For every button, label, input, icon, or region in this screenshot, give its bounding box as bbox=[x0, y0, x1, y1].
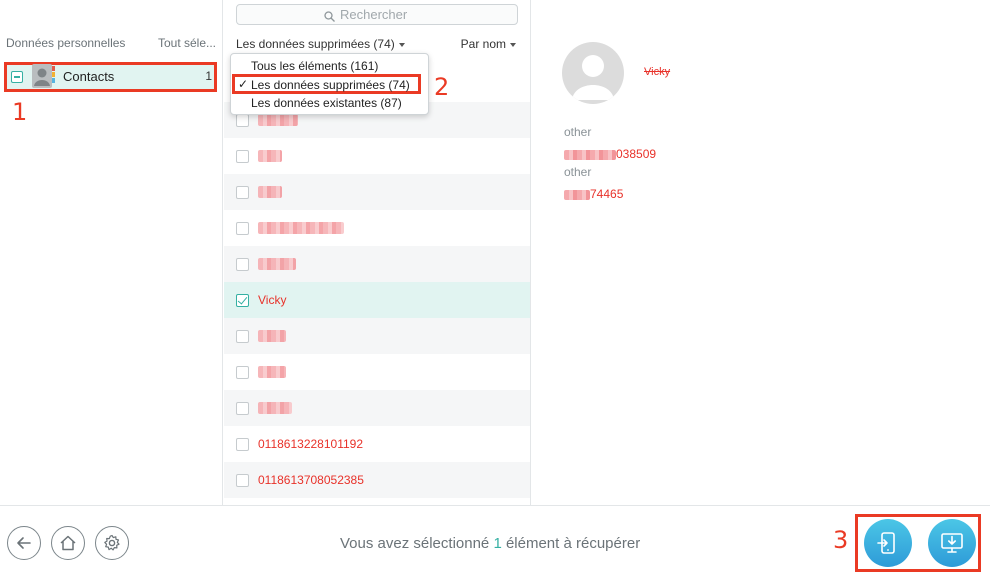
sidebar-item-label: Contacts bbox=[63, 69, 115, 84]
row-checkbox[interactable] bbox=[236, 186, 249, 199]
home-icon bbox=[60, 535, 76, 551]
row-checkbox[interactable] bbox=[236, 114, 249, 127]
list-item[interactable] bbox=[224, 390, 530, 426]
bottom-toolbar: Vous avez sélectionné 1 élément à récupé… bbox=[0, 505, 990, 573]
contact-name: 0118613228101192 bbox=[258, 437, 363, 451]
annotation-1: 1 bbox=[12, 98, 28, 126]
arrow-left-icon bbox=[17, 537, 31, 549]
search-input[interactable]: Rechercher bbox=[236, 4, 518, 25]
status-prefix: Vous avez sélectionné bbox=[340, 535, 494, 552]
back-button[interactable] bbox=[7, 526, 41, 560]
redacted-name bbox=[258, 114, 298, 126]
sidebar-title: Données personnelles bbox=[6, 36, 126, 50]
sidebar-header: Données personnelles Tout séle... bbox=[6, 36, 216, 52]
settings-button[interactable] bbox=[95, 526, 129, 560]
list-item[interactable] bbox=[224, 246, 530, 282]
list-item[interactable] bbox=[224, 210, 530, 246]
phone-value[interactable]: 038509 bbox=[564, 147, 656, 161]
annotation-3: 3 bbox=[833, 526, 849, 554]
phone-value-suffix: 038509 bbox=[616, 147, 657, 161]
recover-to-computer-button[interactable] bbox=[928, 519, 976, 567]
row-checkbox[interactable] bbox=[236, 438, 249, 451]
filter-label: Les données supprimées (74) bbox=[236, 37, 395, 51]
filter-menu: Tous les éléments (161) ✓ Les données su… bbox=[230, 53, 429, 115]
redacted-name bbox=[258, 186, 282, 198]
select-all-link[interactable]: Tout séle... bbox=[158, 36, 216, 50]
redacted-name bbox=[258, 150, 282, 162]
contact-detail-name: Vicky bbox=[644, 66, 671, 78]
contact-detail-panel: Vicky other 038509 other 74465 bbox=[532, 0, 990, 505]
contacts-icon bbox=[30, 63, 56, 89]
status-count: 1 bbox=[493, 535, 502, 552]
row-checkbox[interactable] bbox=[236, 294, 249, 307]
list-item[interactable]: 0118613708052385 bbox=[224, 462, 530, 498]
row-checkbox[interactable] bbox=[236, 366, 249, 379]
selection-status: Vous avez sélectionné 1 élément à récupé… bbox=[340, 535, 640, 552]
chevron-down-icon bbox=[510, 42, 516, 47]
category-sidebar: Données personnelles Tout séle... Contac… bbox=[0, 0, 223, 505]
list-item[interactable] bbox=[224, 174, 530, 210]
contact-name: Vicky bbox=[258, 293, 287, 307]
row-checkbox[interactable] bbox=[236, 258, 249, 271]
list-item[interactable] bbox=[224, 354, 530, 390]
sort-dropdown[interactable]: Par nom bbox=[461, 37, 516, 51]
home-button[interactable] bbox=[51, 526, 85, 560]
contacts-checkbox[interactable] bbox=[11, 71, 23, 83]
redacted-name bbox=[258, 402, 292, 414]
chevron-down-icon bbox=[398, 42, 405, 47]
checkmark-icon: ✓ bbox=[238, 77, 249, 91]
contact-name: 0118613708052385 bbox=[258, 473, 364, 487]
row-checkbox[interactable] bbox=[236, 150, 249, 163]
row-checkbox[interactable] bbox=[236, 402, 249, 415]
menu-item-all[interactable]: Tous les éléments (161) bbox=[251, 59, 378, 73]
redacted-name bbox=[258, 366, 286, 378]
gear-icon bbox=[104, 534, 120, 551]
contact-list: Vicky 0118613228101192 0118613708052385 bbox=[224, 66, 530, 498]
redacted-digits bbox=[564, 189, 590, 200]
row-checkbox[interactable] bbox=[236, 474, 249, 487]
recover-to-device-icon bbox=[877, 532, 895, 554]
list-item[interactable] bbox=[224, 318, 530, 354]
avatar bbox=[562, 42, 624, 104]
search-icon bbox=[324, 9, 335, 22]
redacted-digits bbox=[564, 149, 616, 160]
list-item[interactable]: 0118613228101192 bbox=[224, 426, 530, 462]
redacted-name bbox=[258, 258, 296, 270]
list-item[interactable] bbox=[224, 138, 530, 174]
annotation-2: 2 bbox=[434, 73, 450, 101]
phone-value[interactable]: 74465 bbox=[564, 187, 623, 201]
recover-to-computer-icon bbox=[941, 533, 963, 553]
sidebar-item-contacts[interactable]: Contacts 1 bbox=[4, 62, 217, 92]
status-suffix: élément à récupérer bbox=[501, 535, 641, 552]
row-checkbox[interactable] bbox=[236, 330, 249, 343]
phone-label: other bbox=[564, 165, 592, 179]
row-checkbox[interactable] bbox=[236, 222, 249, 235]
filter-dropdown[interactable]: Les données supprimées (74) bbox=[236, 37, 405, 51]
sidebar-item-count: 1 bbox=[205, 69, 212, 83]
sort-label: Par nom bbox=[460, 37, 506, 51]
menu-item-existing[interactable]: Les données existantes (87) bbox=[251, 96, 402, 110]
menu-item-deleted[interactable]: Les données supprimées (74) bbox=[251, 78, 410, 92]
phone-label: other bbox=[564, 125, 592, 139]
recover-to-device-button[interactable] bbox=[864, 519, 912, 567]
phone-value-suffix: 74465 bbox=[590, 187, 624, 201]
search-placeholder: Rechercher bbox=[340, 7, 408, 22]
list-item[interactable]: Vicky bbox=[224, 282, 530, 318]
app-window: Données personnelles Tout séle... Contac… bbox=[0, 0, 990, 573]
redacted-name bbox=[258, 330, 286, 342]
redacted-name bbox=[258, 222, 344, 234]
